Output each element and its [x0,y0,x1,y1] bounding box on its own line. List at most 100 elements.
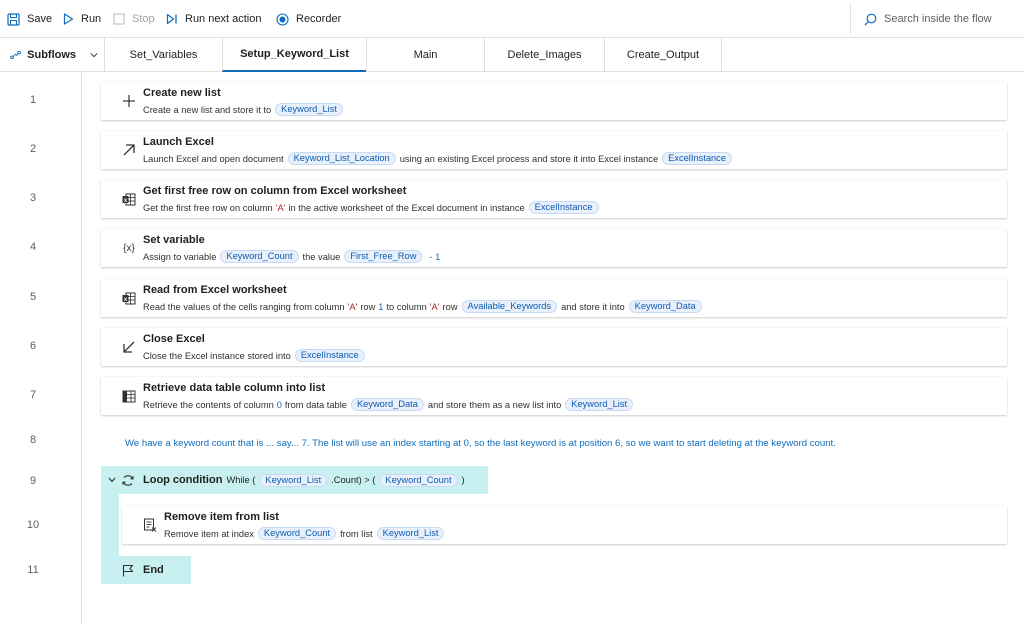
action-title: Close Excel [143,333,205,345]
variable-token: Keyword_Count [220,250,299,263]
tab-create-output[interactable]: Create_Output [604,38,722,72]
action-description: Assign to variable Keyword_Count the val… [143,250,443,263]
action-retrieve-data-table-column[interactable]: Retrieve data table column into list Ret… [101,377,1007,415]
desc-text: ) [461,475,465,485]
desc-text: row [360,301,376,312]
tab-label: Set_Variables [129,49,198,61]
desc-text: the value [302,251,341,262]
line-number: 11 [27,564,39,576]
line-number: 9 [29,475,37,487]
variable-token: Keyword_Count [379,473,458,487]
loop-icon [122,474,134,486]
toolbar: Save Run Stop Run next action Recorder S… [0,0,1024,38]
desc-text: from list [340,528,373,539]
variable-token: Keyword_List [376,527,445,540]
search-input[interactable]: Search inside the flow [864,0,992,38]
variable-token: ExcelInstance [294,349,365,362]
action-loop-condition[interactable]: Loop condition While ( Keyword_List .Cou… [101,466,488,494]
desc-text: from data table [284,399,347,410]
loop-body-indicator [101,494,119,556]
action-title: Retrieve data table column into list [143,382,326,394]
line-number: 4 [29,241,37,253]
desc-text: Retrieve the contents of column [143,399,274,410]
action-description: Retrieve the contents of column 0 from d… [143,398,637,411]
tab-setup-keyword-list[interactable]: Setup_Keyword_List [222,38,366,72]
action-description: Get the first free row on column 'A' in … [143,201,603,214]
stop-button[interactable]: Stop [113,0,155,38]
action-title: Get first free row on column from Excel … [143,185,407,197]
line-number: 6 [29,340,37,352]
action-description: Read the values of the cells ranging fro… [143,300,706,313]
tab-label: Setup_Keyword_List [240,48,349,60]
run-next-action-button[interactable]: Run next action [166,0,261,38]
action-title: Loop condition [143,474,223,486]
action-title: Read from Excel worksheet [143,284,287,296]
step-forward-icon [166,13,177,25]
action-create-new-list[interactable]: Create new list Create a new list and st… [101,82,1007,120]
action-get-first-free-row[interactable]: x Get first free row on column from Exce… [101,180,1007,218]
desc-text: to column [386,301,427,312]
action-close-excel[interactable]: Close Excel Close the Excel instance sto… [101,328,1007,366]
action-title: Launch Excel [143,136,214,148]
arrow-up-right-icon [120,141,138,159]
variable-token: ExcelInstance [528,201,599,214]
variable-token: ExcelInstance [662,152,733,165]
run-button[interactable]: Run [63,0,101,38]
flow-comment[interactable]: We have a keyword count that is ... say.… [125,438,836,449]
tab-set-variables[interactable]: Set_Variables [104,38,222,72]
desc-text: Get the first free row on column [143,202,273,213]
flag-icon [122,564,134,576]
variable-token: Keyword_List [275,103,343,116]
line-number: 10 [26,519,40,531]
excel-icon: x [120,289,138,307]
end-label: End [143,564,164,576]
stop-label: Stop [132,13,155,25]
record-icon [276,12,289,26]
desc-text: row [442,301,458,312]
recorder-button[interactable]: Recorder [276,0,341,38]
action-description: Create a new list and store it to Keywor… [143,103,347,116]
excel-icon: x [120,190,138,208]
variable-icon: {x} [123,242,135,254]
toolbar-divider [850,4,851,34]
line-number: 7 [29,389,37,401]
line-number: 5 [29,291,37,303]
line-number: 1 [29,94,37,106]
save-button[interactable]: Save [7,0,52,38]
remove-list-item-icon [141,516,159,534]
action-description: Launch Excel and open document Keyword_L… [143,152,736,165]
number-literal: 1 [378,301,384,312]
chevron-down-icon [90,53,98,58]
chevron-down-icon[interactable] [108,477,116,483]
line-number: 3 [29,192,37,204]
recorder-label: Recorder [296,13,342,25]
action-set-variable[interactable]: {x} Set variable Assign to variable Keyw… [101,229,1007,267]
variable-token: Keyword_Data [350,398,424,411]
variable-token: Keyword_Data [628,300,702,313]
search-placeholder: Search inside the flow [884,13,992,25]
subflows-dropdown[interactable]: Subflows [0,38,104,72]
subflow-tabs: Subflows Set_Variables Setup_Keyword_Lis… [0,38,1024,72]
desc-text: Create a new list and store it to [143,104,272,115]
variable-token: First_Free_Row [344,250,423,263]
string-literal: 'A' [429,301,440,312]
tab-main[interactable]: Main [366,38,484,72]
number-literal: 0 [276,399,282,410]
desc-text: Close the Excel instance stored into [143,350,291,361]
arrow-down-left-icon [120,338,138,356]
search-icon [864,13,877,25]
desc-text: While ( [226,475,256,485]
desc-text: Read the values of the cells ranging fro… [143,301,345,312]
action-launch-excel[interactable]: Launch Excel Launch Excel and open docum… [101,131,1007,169]
variable-token: Keyword_Count [257,527,337,540]
action-read-from-excel[interactable]: x Read from Excel worksheet Read the val… [101,279,1007,317]
action-remove-item-from-list[interactable]: Remove item from list Remove item at ind… [122,506,1007,544]
desc-text: using an existing Excel process and stor… [399,153,659,164]
desc-text: in the active worksheet of the Excel doc… [288,202,525,213]
data-table-icon [120,387,138,405]
subflows-icon [10,50,21,60]
action-end[interactable]: End [101,556,191,584]
tab-delete-images[interactable]: Delete_Images [484,38,604,72]
tab-label: Main [413,49,438,61]
desc-text: Remove item at index [164,528,254,539]
